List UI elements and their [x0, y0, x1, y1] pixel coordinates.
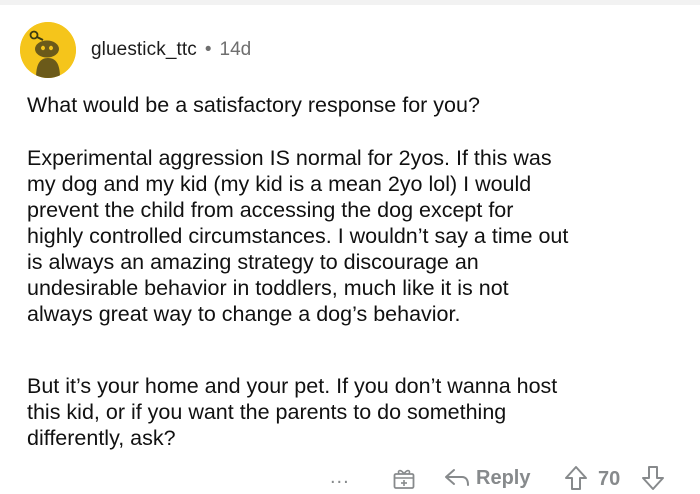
- reply-label: Reply: [476, 466, 531, 489]
- snoo-avatar-icon: [20, 22, 76, 78]
- comment-paragraph-3: But it’s your home and your pet. If you …: [27, 373, 687, 451]
- text-line: What would be a satisfactory response fo…: [27, 93, 480, 117]
- text-line: is always an amazing strategy to discour…: [27, 250, 479, 274]
- text-line: always great way to change a dog’s behav…: [27, 302, 461, 326]
- award-gift-icon[interactable]: [392, 466, 416, 490]
- avatar[interactable]: [20, 22, 76, 78]
- text-line: differently, ask?: [27, 426, 176, 450]
- comment-header: gluestick_ttc • 14d: [20, 22, 251, 78]
- reply-button[interactable]: Reply: [444, 464, 530, 492]
- comment: gluestick_ttc • 14d What would be a sati…: [0, 0, 700, 494]
- comment-paragraph-2: Experimental aggression IS normal for 2y…: [27, 145, 687, 327]
- text-line: my dog and my kid (my kid is a mean 2yo …: [27, 172, 532, 196]
- upvote-arrow-icon[interactable]: [563, 465, 589, 491]
- username[interactable]: gluestick_ttc: [91, 39, 197, 61]
- comment-paragraph-1: What would be a satisfactory response fo…: [27, 92, 687, 118]
- reply-arrow-icon: [445, 469, 469, 486]
- more-options-icon[interactable]: ...: [330, 466, 350, 489]
- downvote-arrow-icon[interactable]: [640, 465, 666, 491]
- text-line: But it’s your home and your pet. If you …: [27, 374, 558, 398]
- text-line: prevent the child from accessing the dog…: [27, 198, 514, 222]
- text-line: highly controlled circumstances. I would…: [27, 224, 569, 248]
- comment-actions: ... Reply 70: [0, 462, 700, 494]
- text-line: Experimental aggression IS normal for 2y…: [27, 146, 552, 170]
- text-line: undesirable behavior in toddlers, much l…: [27, 276, 509, 300]
- vote-score: 70: [598, 468, 621, 490]
- comment-age: 14d: [219, 39, 252, 60]
- text-line: this kid, or if you want the parents to …: [27, 400, 507, 424]
- meta-separator: •: [204, 39, 212, 60]
